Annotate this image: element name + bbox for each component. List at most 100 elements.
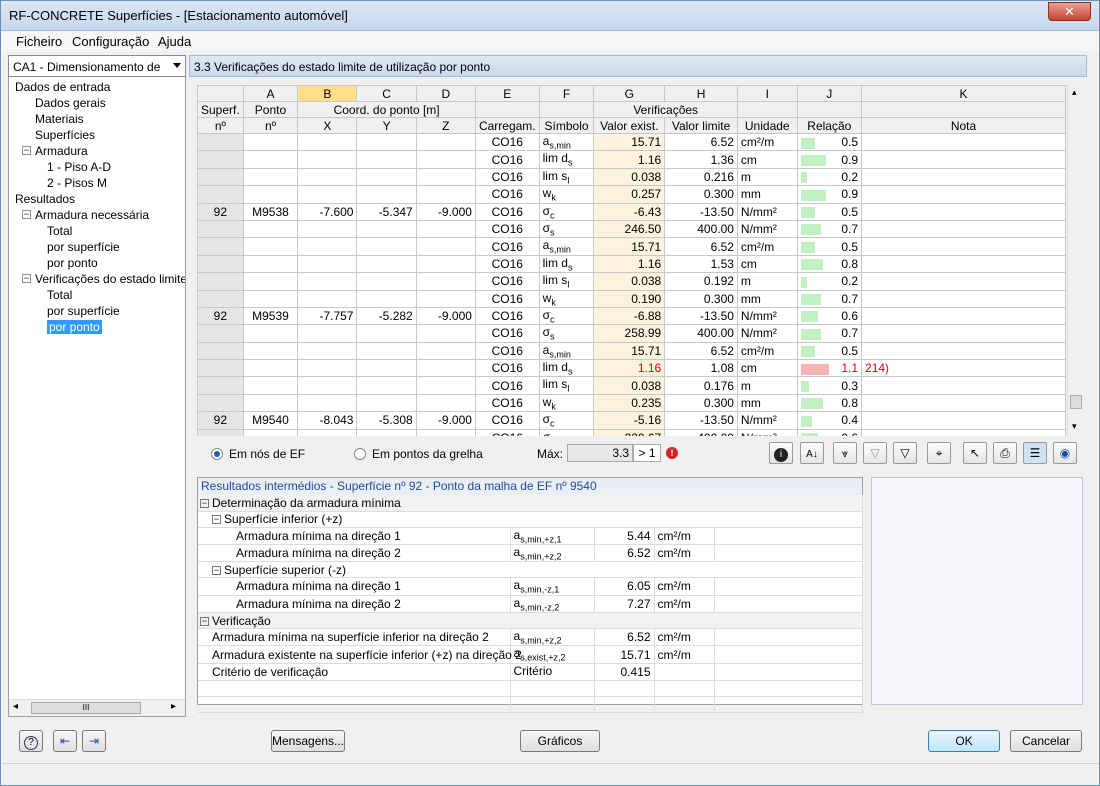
surface-cell[interactable] (197, 272, 244, 291)
unit-cell[interactable]: cm (736, 150, 798, 169)
point-cell[interactable]: M9540 (242, 411, 299, 430)
point-cell[interactable] (242, 428, 299, 436)
limit-value-cell[interactable]: 0.300 (664, 393, 738, 413)
limit-value-cell[interactable]: 0.192 (664, 272, 738, 291)
table-row[interactable]: CO16 wk 0.257 0.300 mm 0.9 (197, 185, 1066, 204)
tree-item[interactable]: Total (47, 223, 72, 239)
point-cell[interactable] (242, 289, 299, 308)
menu-ficheiro[interactable]: Ficheiro (16, 34, 62, 49)
x-cell[interactable] (297, 324, 358, 343)
existing-value-cell[interactable]: 1.16 (593, 150, 666, 169)
radio-grid-points[interactable] (354, 448, 366, 460)
column-letter[interactable]: E (474, 85, 540, 102)
tree-item[interactable]: − Armadura necessária (22, 207, 149, 223)
loadcase-cell[interactable]: CO16 (474, 132, 540, 152)
column-letter[interactable]: H (664, 85, 738, 102)
y-cell[interactable]: -5.347 (356, 202, 417, 221)
collapse-icon[interactable]: − (212, 515, 221, 525)
table-row[interactable]: 92 M9539 -7.757 -5.282 -9.000 CO16 σc -6.88 -13.… (197, 306, 1066, 326)
column-letter[interactable]: I (736, 85, 798, 102)
ratio-cell[interactable]: 0.9 (796, 150, 863, 169)
tree-item[interactable]: Dados de entrada (15, 79, 110, 95)
x-cell[interactable] (297, 185, 358, 204)
note-cell[interactable] (861, 272, 1066, 291)
table-row[interactable]: CO16 lim sl 0.038 0.176 m 0.3 (197, 376, 1066, 395)
select-button[interactable]: ↖ (963, 442, 987, 464)
surface-cell[interactable] (197, 341, 244, 361)
point-cell[interactable] (242, 324, 299, 343)
unit-cell[interactable]: N/mm² (736, 219, 798, 239)
column-letter[interactable]: G (593, 85, 666, 102)
result-row[interactable]: − Superfície inferior (+z) (198, 511, 863, 528)
filter-one-button[interactable]: ▽ (893, 442, 917, 464)
tree-item[interactable]: Total (47, 287, 72, 303)
ratio-cell[interactable]: 0.7 (796, 324, 863, 343)
unit-cell[interactable]: N/mm² (736, 428, 798, 436)
y-cell[interactable] (356, 272, 417, 291)
surface-cell[interactable] (197, 219, 244, 239)
loadcase-cell[interactable]: CO16 (474, 237, 540, 256)
point-cell[interactable] (242, 272, 299, 291)
z-cell[interactable]: -9.000 (415, 306, 476, 326)
z-cell[interactable] (415, 359, 476, 378)
result-row[interactable]: Armadura mínima na superfície inferior n… (198, 628, 863, 647)
loadcase-cell[interactable]: CO16 (474, 289, 540, 308)
unit-cell[interactable]: m (736, 167, 798, 187)
symbol-cell[interactable]: σs (538, 428, 595, 436)
note-cell[interactable] (861, 219, 1066, 239)
collapse-icon[interactable]: − (22, 210, 31, 219)
existing-value-cell[interactable]: 0.038 (593, 272, 666, 291)
import-button[interactable]: ⇤ (53, 730, 77, 752)
loadcase-cell[interactable]: CO16 (474, 185, 540, 204)
existing-value-cell[interactable]: 0.257 (593, 185, 666, 204)
tree-item[interactable]: Resultados (15, 191, 75, 207)
x-cell[interactable] (297, 219, 358, 239)
ratio-cell[interactable]: 0.2 (796, 167, 863, 187)
symbol-cell[interactable]: σc (538, 411, 595, 430)
note-cell[interactable] (861, 132, 1066, 152)
scroll-left-icon[interactable]: ◂ (13, 701, 18, 712)
column-letter[interactable]: B (297, 85, 358, 102)
unit-cell[interactable]: cm (736, 359, 798, 378)
export-button[interactable]: ⇥ (82, 730, 106, 752)
y-cell[interactable] (356, 324, 417, 343)
ratio-cell[interactable]: 0.6 (796, 306, 863, 326)
note-cell[interactable] (861, 254, 1066, 274)
point-cell[interactable] (242, 219, 299, 239)
info-button[interactable]: i (769, 442, 793, 464)
point-cell[interactable] (242, 237, 299, 256)
loadcase-cell[interactable]: CO16 (474, 428, 540, 436)
x-cell[interactable] (297, 150, 358, 169)
symbol-cell[interactable]: as,min (538, 341, 595, 361)
point-cell[interactable] (242, 341, 299, 361)
existing-value-cell[interactable]: 1.16 (593, 254, 666, 274)
loadcase-cell[interactable]: CO16 (474, 167, 540, 187)
z-cell[interactable] (415, 132, 476, 152)
case-combo[interactable]: CA1 - Dimensionamento de betã (8, 55, 186, 77)
filter-edit-button[interactable]: ⩔ (833, 442, 857, 464)
collapse-icon[interactable]: − (200, 616, 209, 626)
unit-cell[interactable]: N/mm² (736, 324, 798, 343)
y-cell[interactable] (356, 185, 417, 204)
existing-value-cell[interactable]: 1.16 (593, 359, 666, 378)
table-row[interactable]: CO16 σs 258.99 400.00 N/mm² 0.7 (197, 324, 1066, 343)
ratio-cell[interactable]: 1.1 (796, 359, 863, 378)
limit-value-cell[interactable]: 1.36 (664, 150, 738, 169)
existing-value-cell[interactable]: 258.99 (593, 324, 666, 343)
scroll-right-icon[interactable]: ▸ (171, 701, 176, 712)
surface-cell[interactable] (197, 185, 244, 204)
z-cell[interactable]: -9.000 (415, 411, 476, 430)
symbol-cell[interactable]: σs (538, 324, 595, 343)
ratio-cell[interactable]: 0.4 (796, 411, 863, 430)
unit-cell[interactable]: cm (736, 254, 798, 274)
print-button[interactable]: ⎙ (993, 442, 1017, 464)
collapse-icon[interactable]: − (200, 499, 209, 509)
limit-value-cell[interactable]: -13.50 (664, 306, 738, 326)
y-cell[interactable] (356, 167, 417, 187)
collapse-icon[interactable]: − (22, 146, 31, 155)
limit-value-cell[interactable]: 0.300 (664, 185, 738, 204)
note-cell[interactable] (861, 237, 1066, 256)
y-cell[interactable] (356, 150, 417, 169)
chevron-down-icon[interactable] (173, 63, 181, 68)
symbol-cell[interactable]: lim ds (538, 359, 595, 378)
